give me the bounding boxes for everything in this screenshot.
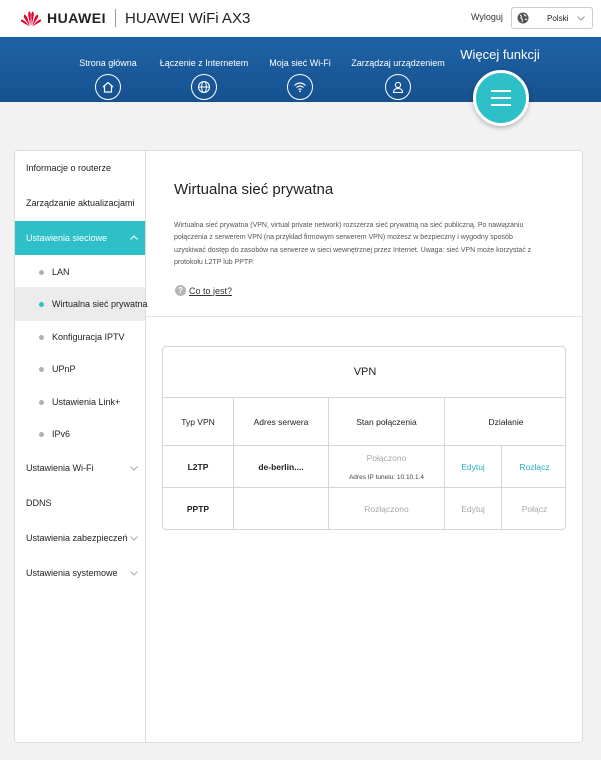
- sidebar-item-label: Wirtualna sieć prywatna: [52, 299, 148, 309]
- table-header-row: Typ VPN Adres serwera Stan połączenia Dz…: [163, 398, 565, 446]
- main-content: Wirtualna sieć prywatna Wirtualna sieć p…: [146, 151, 582, 742]
- nav-internet-label: Łączenie z Internetem: [159, 58, 249, 68]
- vpn-type-cell: L2TP: [163, 446, 234, 487]
- question-icon: ?: [175, 285, 186, 296]
- menu-icon[interactable]: [473, 70, 529, 126]
- logout-link[interactable]: Wyloguj: [471, 12, 503, 22]
- table-row: L2TP de-berlin.... Połączono Adres IP tu…: [163, 446, 565, 488]
- server-address-cell: [234, 488, 329, 529]
- vpn-card: VPN Typ VPN Adres serwera Stan połączeni…: [162, 346, 566, 530]
- column-header: Działanie: [488, 416, 524, 427]
- sidebar-item-label: UPnP: [52, 364, 76, 374]
- column-header: Typ VPN: [163, 398, 234, 445]
- page-description: Wirtualna sieć prywatna (VPN, virtual pr…: [174, 222, 532, 267]
- sidebar-item-updates[interactable]: Zarządzanie aktualizacjami: [15, 186, 145, 220]
- tunnel-ip-text: Adres IP tunelu: 10.10.1.4: [348, 473, 425, 481]
- sidebar-item-label: Ustawienia Wi-Fi: [26, 463, 94, 473]
- connect-button[interactable]: Połącz: [502, 488, 565, 529]
- status-text: Połączono: [366, 452, 407, 463]
- logo-divider: [115, 9, 116, 27]
- bullet-dot: [39, 431, 44, 437]
- product-name: HUAWEI WiFi AX3: [125, 9, 251, 27]
- page-title: Wirtualna sieć prywatna: [174, 181, 334, 198]
- edit-button[interactable]: Edytuj: [445, 488, 502, 529]
- wifi-icon: [287, 74, 313, 100]
- sidebar-item-ipv6[interactable]: IPv6: [15, 417, 145, 451]
- sidebar-item-link-plus[interactable]: Ustawienia Link+: [15, 385, 145, 419]
- nav-home-label: Strona główna: [79, 58, 137, 68]
- sidebar-item-label: LAN: [52, 267, 70, 277]
- sidebar-item-label: Konfiguracja IPTV: [52, 332, 125, 342]
- sidebar-item-lan[interactable]: LAN: [15, 255, 145, 289]
- connection-status-cell: Rozłączono: [329, 488, 445, 529]
- nav-devices[interactable]: Zarządzaj urządzeniem: [348, 37, 448, 100]
- settings-panel: Informacje o routerze Zarządzanie aktual…: [14, 150, 583, 743]
- sidebar-item-label: Ustawienia zabezpieczeń: [26, 533, 128, 543]
- brand-name: HUAWEI: [47, 10, 106, 26]
- sidebar-item-label: Ustawienia sieciowe: [26, 233, 108, 243]
- sidebar-item-label: Ustawienia Link+: [52, 397, 121, 407]
- sidebar-item-label: Informacje o routerze: [26, 163, 112, 173]
- home-icon: [95, 74, 121, 100]
- nav-wifi-label: Moja sieć Wi-Fi: [269, 58, 331, 68]
- sidebar-item-label: Zarządzanie aktualizacjami: [26, 198, 135, 208]
- language-select[interactable]: Polski: [511, 7, 593, 29]
- sidebar-item-security[interactable]: Ustawienia zabezpieczeń: [15, 521, 145, 555]
- sidebar-item-upnp[interactable]: UPnP: [15, 352, 145, 386]
- bullet-dot: [39, 269, 44, 275]
- edit-button[interactable]: Edytuj: [445, 446, 502, 487]
- sidebar-item-system[interactable]: Ustawienia systemowe: [15, 556, 145, 590]
- nav-devices-label: Zarządzaj urządzeniem: [351, 58, 445, 68]
- sidebar-item-label: DDNS: [26, 498, 52, 508]
- connection-status-cell: Połączono Adres IP tunelu: 10.10.1.4: [329, 446, 445, 487]
- server-address-cell: de-berlin....: [234, 446, 329, 487]
- sidebar-item-wifi-settings[interactable]: Ustawienia Wi-Fi: [15, 451, 145, 485]
- sidebar-item-label: IPv6: [52, 429, 71, 439]
- sidebar-item-network-settings[interactable]: Ustawienia sieciowe: [15, 221, 145, 255]
- language-value: Polski: [547, 13, 569, 23]
- nav-wifi[interactable]: Moja sieć Wi-Fi: [250, 37, 350, 100]
- chevron-down-icon: [130, 466, 138, 471]
- sidebar-item-vpn[interactable]: Wirtualna sieć prywatna: [15, 287, 148, 321]
- user-icon: [385, 74, 411, 100]
- sidebar-item-label: Ustawienia systemowe: [26, 568, 118, 578]
- huawei-logo[interactable]: HUAWEI HUAWEI WiFi AX3: [20, 9, 250, 27]
- disconnect-button[interactable]: Rozłącz: [502, 446, 565, 487]
- chevron-down-icon: [130, 571, 138, 576]
- more-functions-label[interactable]: Więcej funkcji: [455, 47, 545, 62]
- bullet-dot: [39, 366, 44, 372]
- bullet-dot: [39, 399, 44, 405]
- chevron-down-icon: [130, 536, 138, 541]
- nav-internet[interactable]: Łączenie z Internetem: [154, 37, 254, 100]
- top-bar: HUAWEI HUAWEI WiFi AX3 Wyloguj Polski: [0, 0, 601, 37]
- globe-icon: [517, 12, 529, 24]
- help-link-text[interactable]: Co to jest?: [189, 286, 232, 296]
- sidebar-item-iptv[interactable]: Konfiguracja IPTV: [15, 320, 145, 354]
- huawei-logo-icon: [20, 11, 42, 27]
- vpn-type-cell: PPTP: [163, 488, 234, 529]
- vpn-card-title: VPN: [163, 347, 565, 398]
- nav-home[interactable]: Strona główna: [58, 37, 158, 100]
- help-link[interactable]: ? Co to jest?: [175, 285, 232, 296]
- bullet-dot: [39, 301, 44, 307]
- column-header: Adres serwera: [234, 398, 329, 445]
- table-row: PPTP Rozłączono Edytuj Połącz: [163, 488, 565, 529]
- column-header: Stan połączenia: [329, 398, 445, 445]
- chevron-down-icon: [577, 16, 585, 21]
- section-divider: [146, 316, 582, 317]
- globe-icon: [191, 74, 217, 100]
- sidebar-item-ddns[interactable]: DDNS: [15, 486, 145, 520]
- sidebar: Informacje o routerze Zarządzanie aktual…: [15, 151, 148, 742]
- bullet-dot: [39, 334, 44, 340]
- sidebar-item-router-info[interactable]: Informacje o routerze: [15, 151, 145, 185]
- chevron-up-icon: [130, 235, 138, 240]
